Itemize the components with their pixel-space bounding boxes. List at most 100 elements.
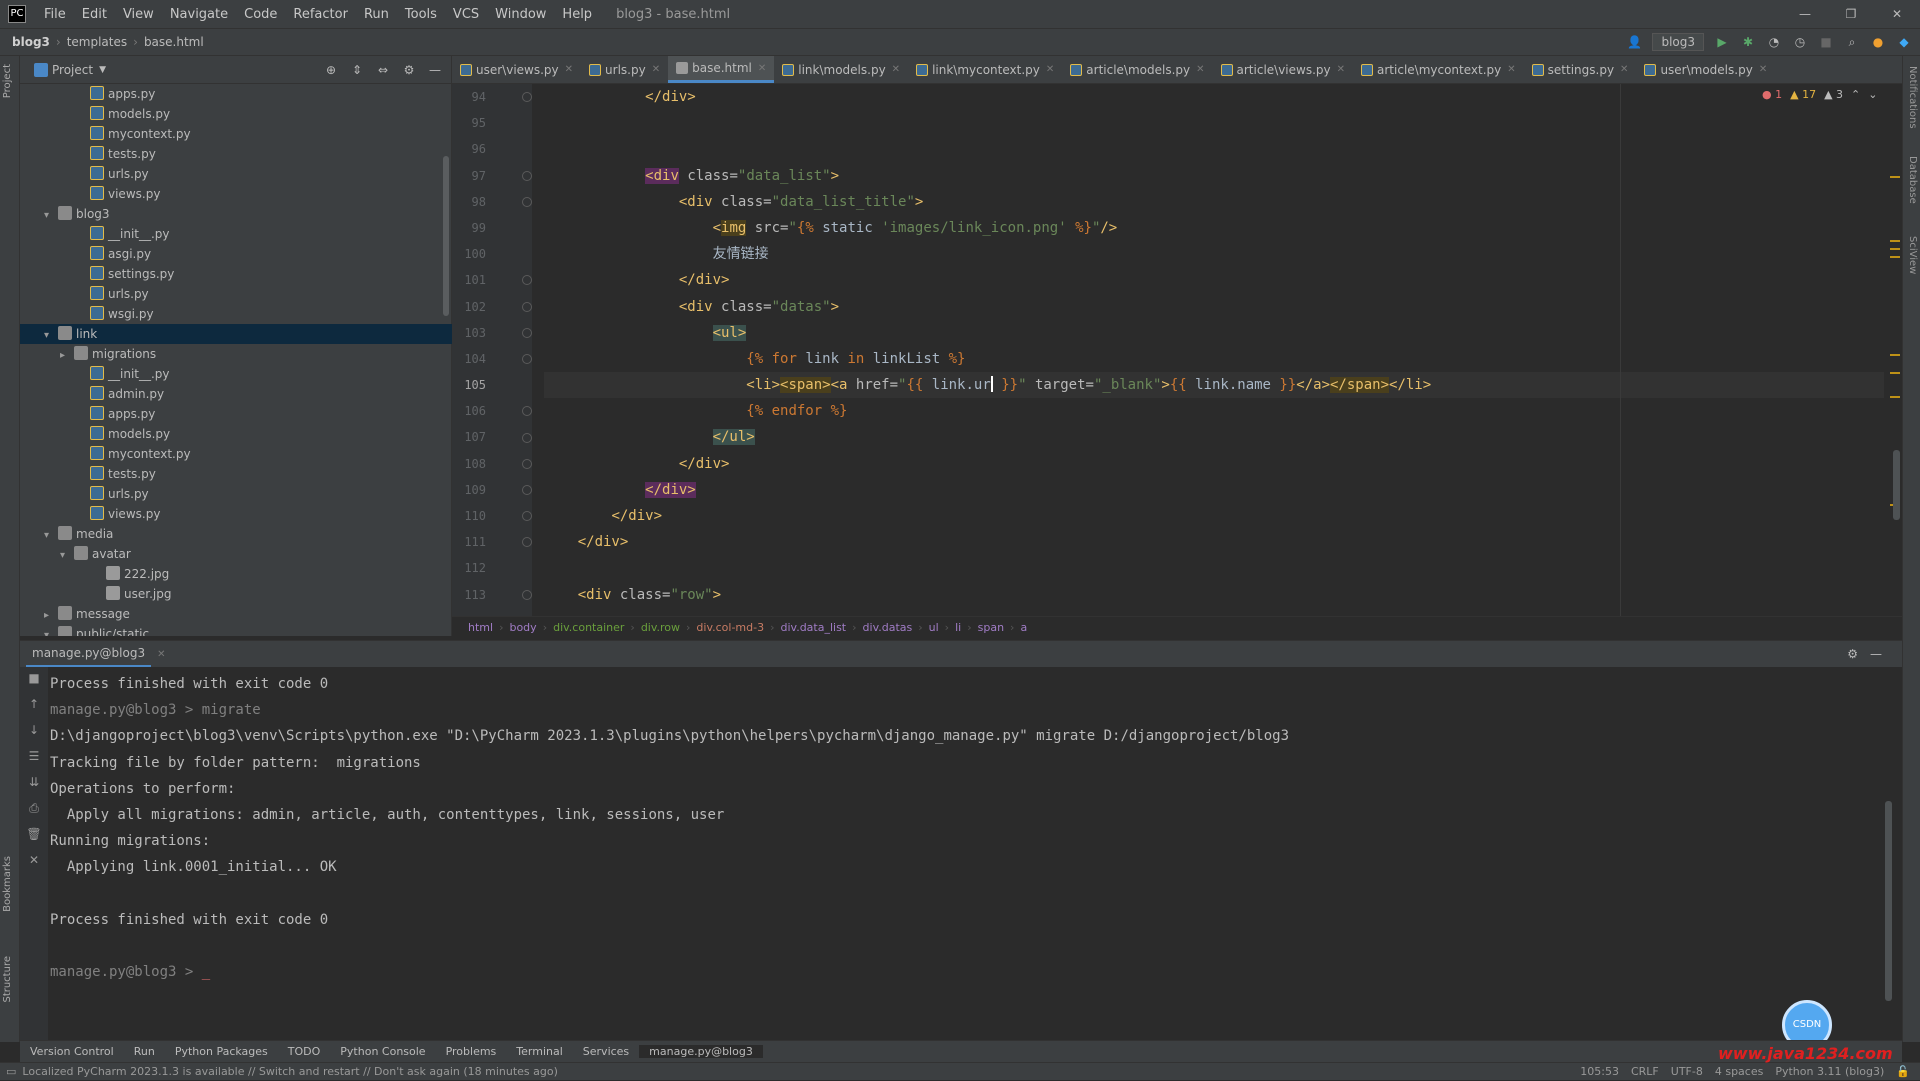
editor-tab[interactable]: link\models.py ✕: [774, 56, 908, 83]
gear-icon[interactable]: ⚙: [1847, 647, 1858, 661]
error-stripe[interactable]: [1888, 84, 1902, 616]
editor-breadcrumb-item[interactable]: a: [1014, 621, 1033, 634]
project-panel-title[interactable]: Project: [52, 63, 93, 77]
bookmarks-tool-tab[interactable]: Bookmarks: [2, 856, 18, 912]
menu-view[interactable]: View: [115, 7, 162, 22]
tool-window-button[interactable]: Version Control: [20, 1045, 124, 1058]
chevron-right-icon[interactable]: ▸: [44, 606, 58, 626]
trash-icon[interactable]: 🗑: [26, 827, 42, 843]
menu-help[interactable]: Help: [554, 7, 600, 22]
editor-tab[interactable]: user\views.py ✕: [452, 56, 581, 83]
gear-icon[interactable]: ⚙: [401, 62, 417, 78]
tool-window-button[interactable]: Python Console: [330, 1045, 435, 1058]
fold-marker-icon[interactable]: [522, 275, 532, 286]
editor-tab[interactable]: urls.py ✕: [581, 56, 668, 83]
stop-icon[interactable]: ■: [26, 671, 42, 687]
line-number[interactable]: 110: [452, 503, 492, 529]
tree-item[interactable]: models.py: [20, 424, 452, 444]
sciview-tool-tab[interactable]: SciView: [1904, 236, 1918, 274]
inspection-widget[interactable]: ● 1 ▲ 17 ▲ 3 ⌃ ⌄: [1762, 88, 1877, 101]
menu-navigate[interactable]: Navigate: [162, 7, 236, 22]
line-separator[interactable]: CRLF: [1631, 1063, 1659, 1081]
chevron-down-icon[interactable]: ⌄: [1868, 88, 1877, 101]
locate-icon[interactable]: ⊕: [323, 62, 339, 78]
fold-marker-icon[interactable]: [522, 511, 532, 522]
fold-marker-icon[interactable]: [522, 301, 532, 312]
menu-window[interactable]: Window: [487, 7, 554, 22]
chevron-down-icon[interactable]: ▾: [44, 526, 58, 546]
tool-window-button[interactable]: Python Packages: [165, 1045, 278, 1058]
close-tab-icon[interactable]: ✕: [1759, 64, 1767, 75]
tree-item[interactable]: __init__.py: [20, 364, 452, 384]
chevron-down-icon[interactable]: ▾: [44, 326, 58, 346]
tree-item[interactable]: admin.py: [20, 384, 452, 404]
line-number[interactable]: 106: [452, 398, 492, 424]
file-encoding[interactable]: UTF-8: [1671, 1063, 1703, 1081]
line-number[interactable]: 105: [452, 372, 492, 398]
coverage-icon[interactable]: ◔: [1766, 34, 1782, 50]
expand-all-icon[interactable]: ⇕: [349, 62, 365, 78]
editor-breadcrumb-item[interactable]: body: [503, 621, 542, 634]
user-icon[interactable]: 👤: [1626, 34, 1642, 50]
editor-tab[interactable]: settings.py ✕: [1524, 56, 1637, 83]
editor-breadcrumb-item[interactable]: div.col-md-3: [690, 621, 770, 634]
tool-window-button[interactable]: Terminal: [506, 1045, 573, 1058]
close-tab-icon[interactable]: ✕: [157, 649, 165, 660]
run-tab[interactable]: manage.py@blog3: [26, 641, 152, 667]
console-output[interactable]: Process finished with exit code 0 manage…: [50, 671, 1890, 985]
line-number[interactable]: 108: [452, 451, 492, 477]
line-number[interactable]: 101: [452, 267, 492, 293]
tree-item[interactable]: mycontext.py: [20, 444, 452, 464]
tree-item[interactable]: urls.py: [20, 484, 452, 504]
editor-breadcrumb-item[interactable]: div.container: [547, 621, 630, 634]
plugin-icon[interactable]: ◆: [1896, 34, 1912, 50]
breadcrumb-file[interactable]: base.html: [140, 35, 208, 49]
line-number[interactable]: 109: [452, 477, 492, 503]
tree-item[interactable]: apps.py: [20, 404, 452, 424]
line-number[interactable]: 107: [452, 424, 492, 450]
restore-icon[interactable]: ❐: [1828, 0, 1874, 28]
tree-item[interactable]: 222.jpg: [20, 564, 452, 584]
editor-breadcrumb-item[interactable]: ul: [923, 621, 945, 634]
console-prompt-line[interactable]: manage.py@blog3 > _: [50, 959, 1890, 985]
update-icon[interactable]: ●: [1870, 34, 1886, 50]
editor-tab[interactable]: user\models.py ✕: [1636, 56, 1775, 83]
tree-item[interactable]: ▾ public/static: [20, 624, 452, 636]
tree-item[interactable]: ▸ message: [20, 604, 452, 624]
warning-marker[interactable]: [1890, 396, 1900, 398]
indent-setting[interactable]: 4 spaces: [1715, 1063, 1764, 1081]
python-interpreter[interactable]: Python 3.11 (blog3): [1775, 1063, 1884, 1081]
status-message[interactable]: Localized PyCharm 2023.1.3 is available …: [22, 1065, 558, 1078]
menu-vcs[interactable]: VCS: [445, 7, 487, 22]
close-tab-icon[interactable]: ✕: [652, 64, 660, 75]
breadcrumb-folder[interactable]: templates: [63, 35, 131, 49]
run-icon[interactable]: ▶: [1714, 34, 1730, 50]
editor-tab[interactable]: article\mycontext.py ✕: [1353, 56, 1524, 83]
project-tool-tab[interactable]: Project: [2, 64, 18, 98]
editor-tab-active[interactable]: base.html ✕: [668, 56, 775, 83]
tree-item[interactable]: views.py: [20, 504, 452, 524]
tool-window-button[interactable]: Services: [573, 1045, 639, 1058]
close-tab-icon[interactable]: ✕: [1507, 64, 1515, 75]
tree-item[interactable]: user.jpg: [20, 584, 452, 604]
project-scrollbar[interactable]: [443, 156, 449, 316]
close-tab-icon[interactable]: ✕: [892, 64, 900, 75]
status-icon[interactable]: ▭: [0, 1065, 22, 1078]
close-tab-icon[interactable]: ✕: [1196, 64, 1204, 75]
close-icon[interactable]: ✕: [1874, 0, 1920, 28]
lock-icon[interactable]: 🔓: [1896, 1063, 1910, 1081]
database-tool-tab[interactable]: Database: [1904, 156, 1918, 204]
profile-icon[interactable]: ◷: [1792, 34, 1808, 50]
close-tab-icon[interactable]: ✕: [758, 63, 766, 74]
line-number[interactable]: 100: [452, 241, 492, 267]
fold-marker-icon[interactable]: [522, 432, 532, 443]
line-number[interactable]: 96: [452, 136, 492, 162]
hide-icon[interactable]: —: [1870, 647, 1882, 661]
code-editor[interactable]: 94 95 96 97 98 99 100 101 102 103 104 105 106 107 108 1…: [452, 84, 1902, 616]
fold-marker-icon[interactable]: [522, 485, 532, 495]
warning-marker[interactable]: [1890, 354, 1900, 356]
close-tab-icon[interactable]: ✕: [1337, 64, 1345, 75]
structure-tool-tab[interactable]: Structure: [2, 956, 18, 1003]
tree-item[interactable]: __init__.py: [20, 224, 452, 244]
chevron-down-icon[interactable]: ▾: [44, 626, 58, 636]
